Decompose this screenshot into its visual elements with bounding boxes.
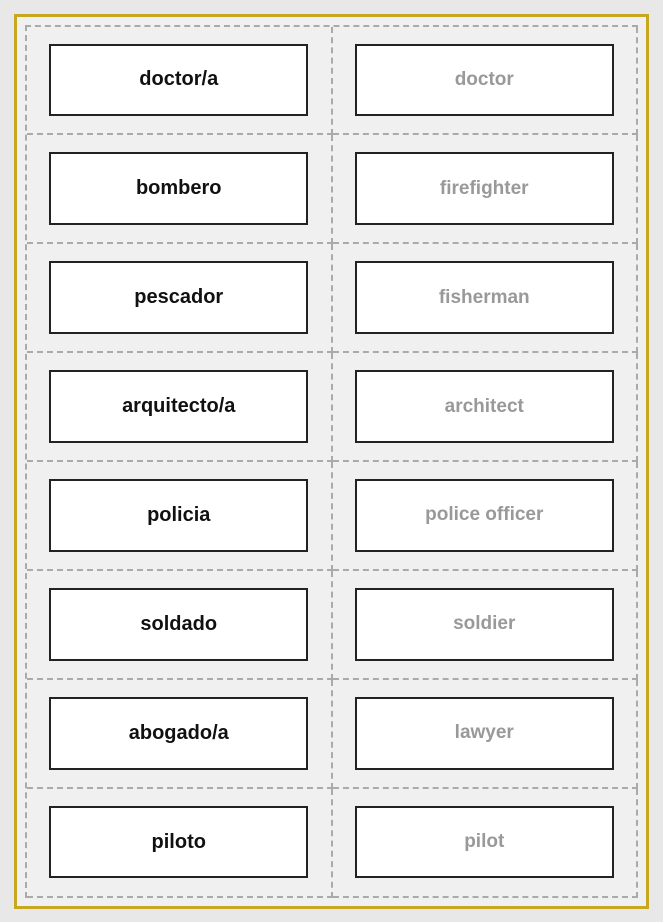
flashcard-grid: doctor/a doctor bombero firefighter pescador… — [25, 25, 638, 898]
spanish-card-2: pescador — [49, 261, 308, 334]
spanish-cell-7: piloto — [27, 789, 333, 898]
english-word-1: firefighter — [440, 178, 529, 200]
english-word-5: soldier — [453, 613, 515, 635]
spanish-card-0: doctor/a — [49, 44, 308, 117]
spanish-word-4: policia — [147, 504, 210, 527]
spanish-word-1: bombero — [136, 177, 222, 200]
spanish-cell-1: bombero — [27, 135, 333, 244]
spanish-word-5: soldado — [140, 613, 217, 636]
english-card-1: firefighter — [355, 152, 614, 225]
spanish-word-3: arquitecto/a — [122, 395, 235, 418]
spanish-card-6: abogado/a — [49, 697, 308, 770]
english-cell-6: lawyer — [333, 680, 639, 789]
spanish-cell-4: policia — [27, 462, 333, 571]
english-word-7: pilot — [464, 831, 504, 853]
english-word-3: architect — [445, 396, 524, 418]
spanish-card-4: policia — [49, 479, 308, 552]
spanish-card-3: arquitecto/a — [49, 370, 308, 443]
english-card-7: pilot — [355, 806, 614, 879]
english-word-2: fisherman — [439, 287, 530, 309]
english-card-6: lawyer — [355, 697, 614, 770]
english-card-0: doctor — [355, 44, 614, 117]
spanish-card-7: piloto — [49, 806, 308, 879]
english-cell-5: soldier — [333, 571, 639, 680]
english-cell-1: firefighter — [333, 135, 639, 244]
spanish-cell-5: soldado — [27, 571, 333, 680]
spanish-card-1: bombero — [49, 152, 308, 225]
spanish-cell-2: pescador — [27, 244, 333, 353]
english-word-6: lawyer — [455, 722, 514, 744]
english-cell-2: fisherman — [333, 244, 639, 353]
spanish-word-0: doctor/a — [139, 68, 218, 91]
english-card-5: soldier — [355, 588, 614, 661]
spanish-card-5: soldado — [49, 588, 308, 661]
english-card-4: police officer — [355, 479, 614, 552]
spanish-cell-6: abogado/a — [27, 680, 333, 789]
flashcard-container: doctor/a doctor bombero firefighter pescador… — [14, 14, 649, 909]
spanish-cell-3: arquitecto/a — [27, 353, 333, 462]
english-word-4: police officer — [425, 504, 543, 526]
english-cell-3: architect — [333, 353, 639, 462]
english-card-2: fisherman — [355, 261, 614, 334]
english-cell-4: police officer — [333, 462, 639, 571]
english-word-0: doctor — [455, 69, 514, 91]
spanish-word-2: pescador — [134, 286, 223, 309]
spanish-word-7: piloto — [152, 831, 206, 854]
spanish-word-6: abogado/a — [129, 722, 229, 745]
english-cell-0: doctor — [333, 27, 639, 136]
english-card-3: architect — [355, 370, 614, 443]
english-cell-7: pilot — [333, 789, 639, 898]
spanish-cell-0: doctor/a — [27, 27, 333, 136]
